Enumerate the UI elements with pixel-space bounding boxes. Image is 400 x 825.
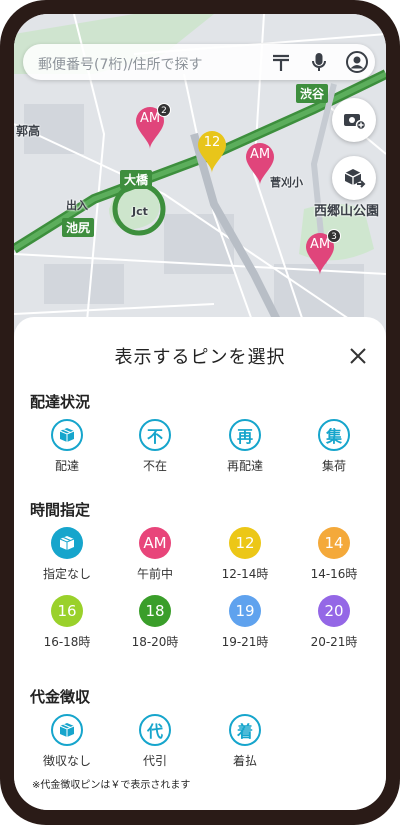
station-label-shibuya: 渋谷 <box>296 84 329 103</box>
postal-mark-icon[interactable] <box>269 50 293 74</box>
sheet-title: 表示するピンを選択 <box>114 347 286 368</box>
app-screen: 郵便番号(7桁)/住所で探す 渋谷 大橋 池尻 出入 Jct 郭高 菅刈小 西郷… <box>14 14 386 810</box>
search-placeholder[interactable]: 郵便番号(7桁)/住所で探す <box>38 54 203 74</box>
redelivery-icon: 再 <box>229 419 261 451</box>
time-18-icon: 18 <box>139 595 171 627</box>
time-16-icon: 16 <box>51 595 83 627</box>
package-icon <box>51 527 83 559</box>
option-delivery[interactable]: 配達 <box>22 419 112 474</box>
add-photo-button[interactable] <box>332 98 376 142</box>
time-14-icon: 14 <box>318 527 350 559</box>
option-pickup[interactable]: 集 集荷 <box>289 419 379 474</box>
station-label-ohashi: 大橋 <box>120 170 153 189</box>
station-label-ikejiri: 池尻 <box>62 218 95 237</box>
map-pin-am[interactable]: AM <box>245 142 275 186</box>
time-19-icon: 19 <box>229 595 261 627</box>
delivery-truck-button[interactable] <box>332 156 376 200</box>
option-no-cod[interactable]: 徴収なし <box>22 714 112 769</box>
section-title-delivery-status: 配達状況 <box>30 393 91 411</box>
delivery-truck-icon <box>344 169 366 188</box>
microphone-icon[interactable] <box>307 50 331 74</box>
time-12-icon: 12 <box>229 527 261 559</box>
absent-icon: 不 <box>139 419 171 451</box>
option-cash-on-delivery[interactable]: 代 代引 <box>110 714 200 769</box>
close-icon <box>350 348 366 364</box>
map-pin-12[interactable]: 12 <box>197 130 227 174</box>
package-icon <box>51 714 83 746</box>
cod-icon: 代 <box>139 714 171 746</box>
option-no-time[interactable]: 指定なし <box>22 527 112 582</box>
collect-icon: 着 <box>229 714 261 746</box>
park-label: 西郷山公園 <box>314 204 380 219</box>
account-icon[interactable] <box>345 50 369 74</box>
option-collect-on-arrival[interactable]: 着 着払 <box>200 714 290 769</box>
jct-label: Jct <box>132 205 148 218</box>
add-photo-icon <box>344 114 366 131</box>
pickup-icon: 集 <box>318 419 350 451</box>
option-18-20[interactable]: 18 18-20時 <box>110 595 200 650</box>
am-icon: AM <box>139 527 171 559</box>
map-pin-am[interactable]: AM 3 <box>305 229 341 276</box>
option-16-18[interactable]: 16 16-18時 <box>22 595 112 650</box>
option-19-21[interactable]: 19 19-21時 <box>200 595 290 650</box>
option-absent[interactable]: 不 不在 <box>110 419 200 474</box>
section-title-time-slot: 時間指定 <box>30 501 91 519</box>
option-redelivery[interactable]: 再 再配達 <box>200 419 290 474</box>
pin-filter-sheet: 表示するピンを選択 配達状況 配達 不 不在 再 再配達 集 集荷 時間指定 指… <box>14 317 386 810</box>
ramp-label: 出入 <box>66 199 88 212</box>
map-view[interactable]: 郵便番号(7桁)/住所で探す 渋谷 大橋 池尻 出入 Jct 郭高 菅刈小 西郷… <box>14 14 386 354</box>
option-12-14[interactable]: 12 12-14時 <box>200 527 290 582</box>
option-morning[interactable]: AM 午前中 <box>110 527 200 582</box>
pin-count-badge: 2 <box>157 103 171 117</box>
section-title-cod: 代金徴収 <box>30 688 91 706</box>
close-button[interactable] <box>346 344 370 368</box>
map-pin-am[interactable]: AM 2 <box>135 103 171 150</box>
time-20-icon: 20 <box>318 595 350 627</box>
option-20-21[interactable]: 20 20-21時 <box>289 595 379 650</box>
package-icon <box>51 419 83 451</box>
option-14-16[interactable]: 14 14-16時 <box>289 527 379 582</box>
area-label: 郭高 <box>16 124 41 138</box>
address-search-bar[interactable]: 郵便番号(7桁)/住所で探す <box>23 44 375 80</box>
pin-count-badge: 3 <box>327 229 341 243</box>
cod-note: ※代金徴収ピンは￥で表示されます <box>32 780 191 791</box>
